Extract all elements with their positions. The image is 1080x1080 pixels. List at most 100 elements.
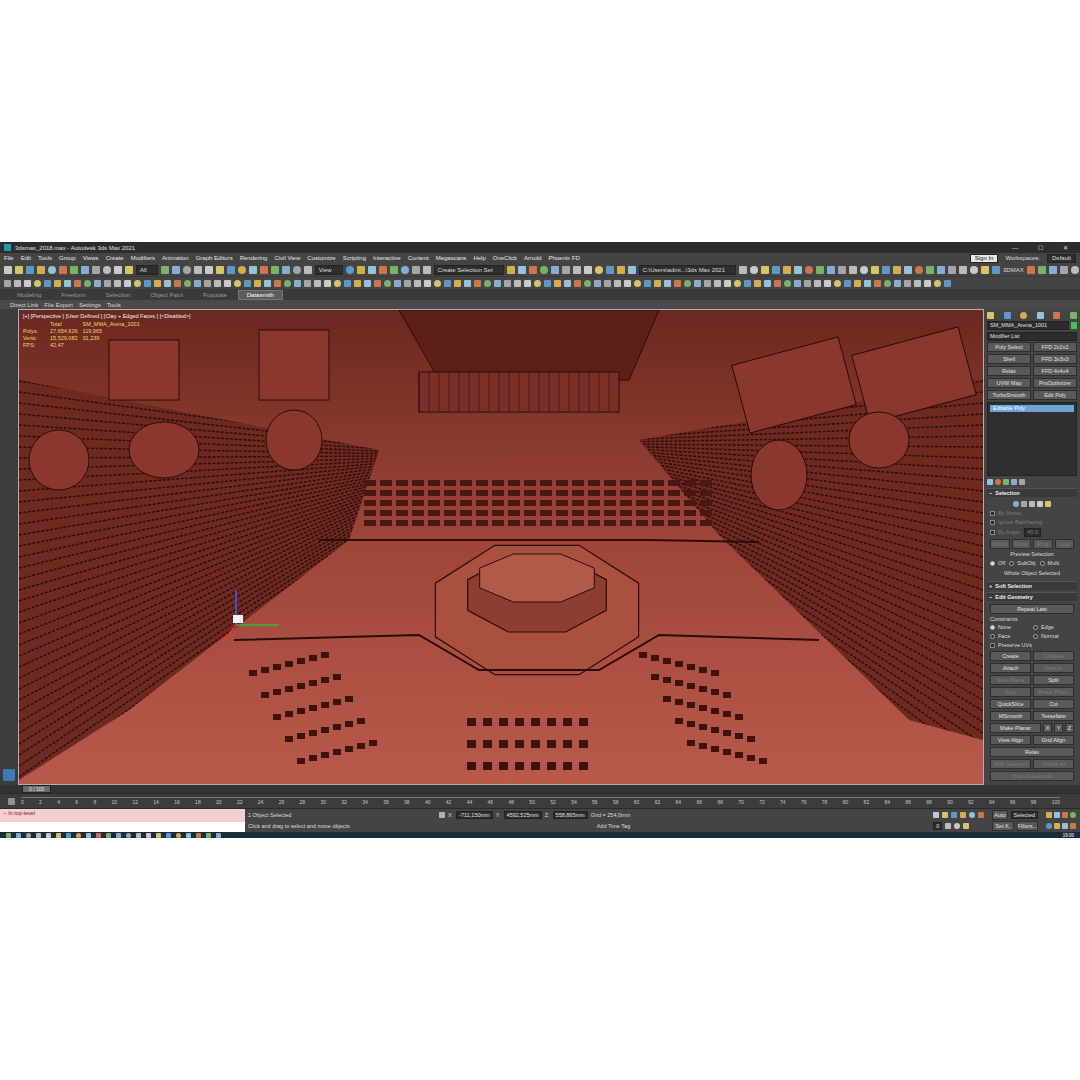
tool-icon[interactable]: [1029, 501, 1035, 507]
selection-checkbox[interactable]: Ignore Backfacing: [990, 519, 1074, 526]
tool-icon[interactable]: [494, 280, 501, 287]
constraint-radio[interactable]: None: [990, 624, 1031, 631]
tool-icon[interactable]: [114, 266, 122, 274]
geometry-button[interactable]: Tessellate: [1033, 711, 1074, 721]
time-slider[interactable]: 0 / 100: [0, 785, 1080, 793]
current-frame-field[interactable]: 0: [933, 822, 942, 830]
tool-icon[interactable]: [164, 280, 171, 287]
tool-icon[interactable]: [104, 280, 111, 287]
tool-icon[interactable]: [346, 266, 354, 274]
tool-icon[interactable]: [704, 280, 711, 287]
tool-icon[interactable]: [434, 280, 441, 287]
tool-icon[interactable]: [234, 280, 241, 287]
tool-icon[interactable]: [136, 833, 141, 838]
tool-icon[interactable]: [174, 280, 181, 287]
tool-icon[interactable]: [514, 280, 521, 287]
tool-icon[interactable]: [1054, 812, 1060, 818]
menu-item[interactable]: Civil View: [274, 255, 300, 261]
tool-icon[interactable]: [74, 280, 81, 287]
tool-icon[interactable]: [854, 280, 861, 287]
tool-icon[interactable]: [1037, 501, 1043, 507]
tool-icon[interactable]: [1046, 812, 1052, 818]
coord-field[interactable]: 558,865mm: [553, 811, 588, 819]
tool-icon[interactable]: [364, 280, 371, 287]
tool-icon[interactable]: [412, 266, 420, 274]
menu-item[interactable]: File: [4, 255, 14, 261]
preview-radio[interactable]: Off: [990, 560, 1005, 567]
tool-icon[interactable]: [224, 280, 231, 287]
tool-icon[interactable]: [504, 280, 511, 287]
set-key-button[interactable]: Set K.: [992, 821, 1013, 831]
maxscript-listener[interactable]: -- In top-level: [0, 809, 245, 832]
tool-icon[interactable]: [774, 280, 781, 287]
tool-icon[interactable]: [1020, 312, 1027, 319]
tool-icon[interactable]: [864, 280, 871, 287]
tool-icon[interactable]: [744, 280, 751, 287]
menu-item[interactable]: Modifiers: [131, 255, 155, 261]
constraint-radio[interactable]: Edge: [1033, 624, 1074, 631]
tool-icon[interactable]: [394, 280, 401, 287]
tool-icon[interactable]: [196, 833, 201, 838]
tool-icon[interactable]: [624, 280, 631, 287]
geometry-button[interactable]: Reset Plane: [1033, 687, 1074, 697]
auto-key-button[interactable]: Auto: [992, 810, 1007, 820]
menu-item[interactable]: Arnold: [524, 255, 541, 261]
tool-icon[interactable]: [314, 280, 321, 287]
coord-field[interactable]: 4592,525mm: [504, 811, 542, 819]
tool-icon[interactable]: [1027, 266, 1035, 274]
selection-checkbox[interactable]: By Vertex: [990, 510, 1074, 517]
tool-icon[interactable]: [933, 812, 939, 818]
tool-icon[interactable]: [617, 266, 625, 274]
modifier-list-dropdown[interactable]: Modifier List: [987, 332, 1077, 341]
tool-icon[interactable]: [904, 280, 911, 287]
tool-icon[interactable]: [724, 280, 731, 287]
constraint-radio[interactable]: Normal: [1033, 633, 1074, 640]
geometry-button[interactable]: Attach: [990, 663, 1031, 673]
tool-icon[interactable]: [293, 266, 301, 274]
tool-icon[interactable]: [529, 266, 537, 274]
geometry-button[interactable]: Collapse: [1033, 651, 1074, 661]
tool-icon[interactable]: [1053, 312, 1060, 319]
tool-icon[interactable]: [882, 266, 890, 274]
tool-icon[interactable]: [954, 823, 960, 829]
geometry-button[interactable]: Split: [1033, 675, 1074, 685]
menu-item[interactable]: Tools: [38, 255, 52, 261]
tool-icon[interactable]: [924, 280, 931, 287]
menu-item[interactable]: Help: [473, 255, 485, 261]
tool-icon[interactable]: [204, 280, 211, 287]
tool-icon[interactable]: [860, 266, 868, 274]
menu-item[interactable]: Animation: [162, 255, 189, 261]
tool-icon[interactable]: [34, 280, 41, 287]
tool-icon[interactable]: [1070, 823, 1076, 829]
geometry-button[interactable]: Z: [1065, 723, 1074, 733]
tool-icon[interactable]: [357, 266, 365, 274]
ribbon-tab[interactable]: Datasmith: [238, 290, 283, 300]
tool-icon[interactable]: [183, 266, 191, 274]
tool-icon[interactable]: [844, 280, 851, 287]
time-slider-thumb[interactable]: 0 / 100: [22, 785, 51, 793]
tool-icon[interactable]: [36, 833, 41, 838]
sign-in-field[interactable]: Sign In: [970, 254, 999, 263]
tool-icon[interactable]: [874, 280, 881, 287]
tool-icon[interactable]: [1054, 823, 1060, 829]
geometry-button[interactable]: Relax: [990, 747, 1074, 757]
tool-icon[interactable]: [454, 280, 461, 287]
tool-icon[interactable]: [304, 266, 312, 274]
tool-icon[interactable]: [518, 266, 526, 274]
geometry-button[interactable]: Hide Unselected: [990, 771, 1074, 781]
tool-icon[interactable]: [871, 266, 879, 274]
tool-icon[interactable]: [76, 833, 81, 838]
selection-button[interactable]: Grow: [1012, 539, 1032, 549]
geometry-button[interactable]: Cut: [1033, 699, 1074, 709]
tool-icon[interactable]: [824, 280, 831, 287]
tool-icon[interactable]: [156, 833, 161, 838]
rollout-header[interactable]: −Selection: [987, 488, 1077, 497]
selection-button[interactable]: Ring: [1033, 539, 1053, 549]
tool-icon[interactable]: [987, 479, 993, 485]
tool-icon[interactable]: [584, 266, 592, 274]
tool-icon[interactable]: [606, 266, 614, 274]
menu-item[interactable]: Scripting: [343, 255, 366, 261]
tool-icon[interactable]: [284, 280, 291, 287]
tool-icon[interactable]: [374, 280, 381, 287]
tool-icon[interactable]: [390, 266, 398, 274]
